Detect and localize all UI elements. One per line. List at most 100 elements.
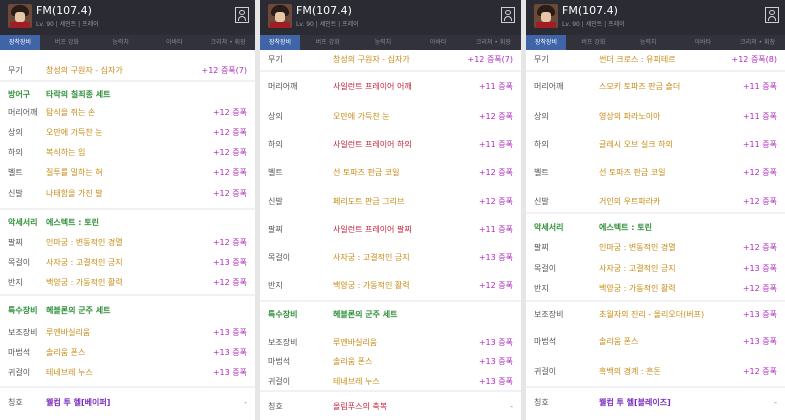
tab-4[interactable]: 크리쳐 • 휘장 (466, 35, 521, 50)
equipment-row[interactable]: 마법석 솔리움 폰스 +13 증폭 (0, 346, 255, 360)
enchant-level: +13 증폭 (742, 337, 777, 346)
enchant-level: +13 증폭 (212, 328, 247, 337)
item-name: 나태함을 가진 발 (46, 189, 103, 198)
slot-label: 마법석 (534, 337, 557, 346)
equipment-row[interactable]: 칭호 웰컴 투 헬[블레이즈] - (526, 396, 785, 410)
tab-3[interactable]: 아바타 (411, 35, 466, 50)
category-row: 악세서리 에스텍트 : 토린 (526, 221, 785, 235)
tab-1[interactable]: 버프 강화 (300, 35, 355, 50)
slot-label: 목걸이 (534, 264, 557, 273)
equipment-row[interactable]: 반지 백양궁 : 가동적인 활력 +12 증폭 (526, 282, 785, 296)
tab-0[interactable]: 장착장비 (526, 35, 566, 50)
item-name: 솔리움 폰스 (333, 357, 373, 366)
equipment-row[interactable]: 상의 오만에 가득찬 눈 +12 증폭 (0, 126, 255, 140)
slot-label: 보조장비 (8, 328, 38, 337)
equipment-row[interactable]: 벨트 질투를 밀하는 혀 +12 증폭 (0, 166, 255, 180)
slot-label: 무기 (8, 66, 23, 75)
slot-label: 칭호 (268, 402, 283, 411)
slot-label: 신발 (534, 197, 549, 206)
equipment-row[interactable]: 팔찌 인마궁 : 변동적인 경멸 +12 증폭 (526, 241, 785, 255)
slot-label: 상의 (268, 112, 283, 121)
tab-0[interactable]: 장착장비 (0, 35, 40, 50)
equipment-row[interactable]: 하의 사일런트 프레이어 하의 +11 증폭 (260, 138, 521, 152)
tab-4[interactable]: 크리쳐 • 휘장 (201, 35, 255, 50)
equipment-row[interactable]: 반지 백양궁 : 가동적인 활력 +12 증폭 (260, 279, 521, 293)
equipment-row[interactable]: 목걸이 사자궁 : 고결적인 긍지 +13 증폭 (526, 262, 785, 276)
tab-1[interactable]: 버프 강화 (566, 35, 621, 50)
equipment-row[interactable]: 신발 페리도트 판금 그리브 +12 증폭 (260, 195, 521, 209)
equipment-row[interactable]: 귀걸이 흑백의 경계 : 흔돈 +12 증폭 (526, 365, 785, 379)
enchant-level: - (774, 398, 777, 407)
equipment-row[interactable]: 무기 썬더 크로스 : 유피테르 +12 증폭(8) (526, 53, 785, 67)
equipment-row[interactable]: 머리어깨 탐식을 쥐는 손 +12 증폭 (0, 106, 255, 120)
equipment-row[interactable]: 마법석 솔리움 폰스 +13 증폭 (526, 335, 785, 349)
tab-3[interactable]: 아바타 (148, 35, 202, 50)
tab-2[interactable]: 능력치 (94, 35, 148, 50)
equipment-row[interactable]: 머리어깨 스모키 토파즈 판금 숄더 +11 증폭 (526, 80, 785, 94)
item-name: 스모키 토파즈 판금 숄더 (599, 82, 681, 91)
enchant-level: +12 증폭 (212, 238, 247, 247)
enchant-level: +12 증폭 (742, 168, 777, 177)
enchant-level: +13 증폭 (742, 310, 777, 319)
enchant-level: +12 증폭 (212, 278, 247, 287)
equipment-row[interactable]: 신발 거인의 우트파라카 +12 증폭 (526, 195, 785, 209)
equipment-row[interactable]: 칭호 웰컴 투 헬[베이퍼] - (0, 396, 255, 410)
equipment-row[interactable]: 반지 백양궁 : 가동적인 활력 +12 증폭 (0, 276, 255, 290)
tab-4[interactable]: 크리쳐 • 휘장 (730, 35, 785, 50)
slot-label: 귀걸이 (8, 368, 31, 377)
equipment-row[interactable]: 보조장비 루엔바실리움 +13 증폭 (0, 326, 255, 340)
equipment-row[interactable]: 무기 창성의 구원자 - 십자가 +12 증폭(7) (260, 53, 521, 67)
item-name: 에스텍트 : 토린 (46, 218, 99, 227)
equipment-row[interactable]: 하의 글레시 오브 실크 하의 +11 증폭 (526, 138, 785, 152)
item-name: 솔리움 폰스 (599, 337, 639, 346)
equipment-panel-1: FM(107.4) Lv. 90 | 세인트 | 프레이 장착장비 버프 강화 능력치 아… (0, 0, 255, 420)
equipment-row[interactable]: 팔찌 사일런트 프레이어 팔찌 +11 증폭 (260, 223, 521, 237)
slot-label: 하의 (268, 140, 283, 149)
equipment-row[interactable]: 상의 오만에 가득찬 눈 +12 증폭 (260, 110, 521, 124)
equipment-row[interactable]: 벨트 선 토파즈 판금 코일 +12 증폭 (526, 166, 785, 180)
item-name: 페리도트 판금 그리브 (333, 197, 405, 206)
equipment-row[interactable]: 상의 영상의 파라노이아 +11 증폭 (526, 110, 785, 124)
equipment-row[interactable]: 하의 복식하는 입 +12 증폭 (0, 146, 255, 160)
equipment-row[interactable]: 귀걸이 테네브레 누스 +13 증폭 (260, 375, 521, 389)
item-name: 헤블론의 군주 세트 (46, 306, 111, 315)
enchant-level: +11 증폭 (742, 140, 777, 149)
slot-label: 상의 (8, 128, 23, 137)
equipment-row[interactable]: 무기 창성의 구원자 - 십자가 +12 증폭(7) (0, 64, 255, 78)
item-name: 루엔바실리움 (333, 338, 378, 347)
enchant-level: +12 증폭 (742, 284, 777, 293)
equipment-row[interactable]: 팔찌 인마궁 : 변동적인 경멸 +12 증폭 (0, 236, 255, 250)
tab-1[interactable]: 버프 강화 (40, 35, 94, 50)
slot-label: 보조장비 (534, 310, 564, 319)
slot-label: 신발 (8, 189, 23, 198)
equipment-row[interactable]: 목걸이 사자궁 : 고결적인 긍지 +13 증폭 (0, 256, 255, 270)
tab-2[interactable]: 능력치 (355, 35, 410, 50)
equipment-row[interactable]: 신발 나태함을 가진 발 +12 증폭 (0, 187, 255, 201)
equipment-row[interactable]: 귀걸이 테네브레 누스 +13 증폭 (0, 366, 255, 380)
avatar (268, 4, 292, 28)
item-name: 창성의 구원자 - 십자가 (46, 66, 123, 75)
profile-icon[interactable] (501, 7, 515, 23)
profile-icon[interactable] (765, 7, 779, 23)
tab-2[interactable]: 능력치 (621, 35, 676, 50)
equipment-row[interactable]: 마법석 솔리움 폰스 +13 증폭 (260, 355, 521, 369)
item-name: 사일런트 프레이어 어깨 (333, 82, 412, 91)
item-name: 오만에 가득찬 눈 (333, 112, 390, 121)
tab-3[interactable]: 아바타 (676, 35, 731, 50)
character-header: FM(107.4) Lv. 90 | 세인트 | 프레이 (260, 0, 521, 35)
enchant-level: +12 증폭 (212, 148, 247, 157)
item-name: 올림푸스의 축복 (333, 402, 388, 411)
equipment-row[interactable]: 목걸이 사자궁 : 고결적인 긍지 +13 증폭 (260, 251, 521, 265)
slot-label: 악세서리 (534, 223, 564, 232)
equipment-row[interactable]: 보조장비 초월자의 진리 - 올리오더(버프) +13 증폭 (526, 308, 785, 322)
equipment-row[interactable]: 보조장비 루엔바실리움 +13 증폭 (260, 336, 521, 350)
tab-0[interactable]: 장착장비 (260, 35, 300, 50)
enchant-level: +12 증폭 (742, 243, 777, 252)
section-divider (0, 80, 255, 82)
item-name: 썬더 크로스 : 유피테르 (599, 55, 676, 64)
equipment-row[interactable]: 칭호 올림푸스의 축복 - (260, 400, 521, 414)
profile-icon[interactable] (235, 7, 249, 23)
equipment-row[interactable]: 벨트 선 토파즈 판금 코일 +12 증폭 (260, 166, 521, 180)
character-name: FM(107.4) (36, 4, 92, 17)
equipment-row[interactable]: 머리어깨 사일런트 프레이어 어깨 +11 증폭 (260, 80, 521, 94)
